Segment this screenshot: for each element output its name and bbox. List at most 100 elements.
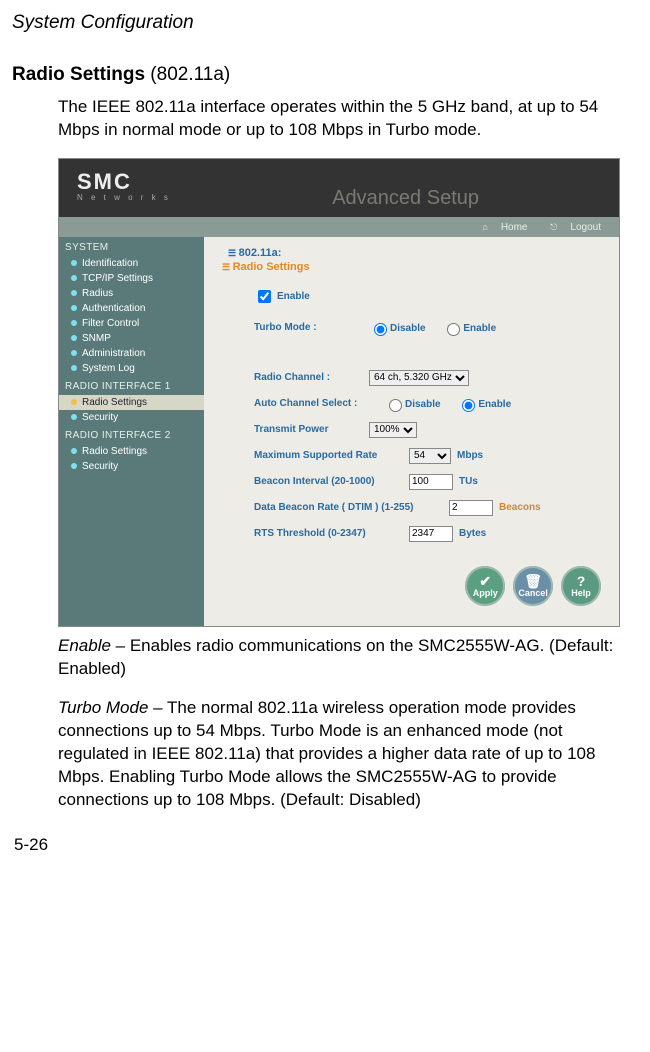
brand-logo-sub: N e t w o r k s	[77, 193, 171, 202]
dtim-label: Data Beacon Rate ( DTIM ) (1-255)	[254, 502, 449, 513]
bullet-icon	[71, 305, 77, 311]
sidebar-item-label: Security	[82, 412, 118, 423]
caption-turbo-term: Turbo Mode	[58, 698, 148, 717]
sidebar-item-label: TCP/IP Settings	[82, 273, 153, 284]
button-label: Help	[571, 588, 591, 598]
turbo-disable-option[interactable]: Disable	[369, 323, 426, 334]
sidebar-item-ri1-radio-settings[interactable]: Radio Settings	[59, 395, 204, 410]
transmit-power-label: Transmit Power	[254, 424, 369, 435]
auto-channel-disable-option[interactable]: Disable	[384, 399, 441, 410]
turbo-enable-radio[interactable]	[447, 323, 460, 336]
max-rate-row: Maximum Supported Rate 54 Mbps	[254, 448, 609, 464]
transmit-power-select[interactable]: 100%	[369, 422, 417, 438]
logout-label: Logout	[570, 222, 601, 233]
sidebar-item-radius[interactable]: Radius	[59, 286, 204, 301]
sidebar-item-label: System Log	[82, 363, 135, 374]
caption-enable: Enable – Enables radio communications on…	[58, 635, 632, 681]
radio-label: Disable	[405, 399, 441, 410]
sidebar-item-label: Radio Settings	[82, 446, 147, 457]
auto-channel-disable-radio[interactable]	[389, 399, 402, 412]
auto-channel-label: Auto Channel Select :	[254, 398, 384, 409]
cancel-button[interactable]: 🗑Cancel	[513, 566, 553, 606]
dtim-unit: Beacons	[499, 502, 541, 513]
sidebar-item-ri2-security[interactable]: Security	[59, 459, 204, 474]
caption-enable-rest: – Enables radio communications on the SM…	[58, 636, 613, 678]
form-area: Enable Turbo Mode : Disable Enable Radio…	[254, 287, 609, 542]
radio-label: Disable	[390, 323, 426, 334]
breadcrumb-1: 802.11a:	[228, 247, 609, 259]
breadcrumb-2: Radio Settings	[222, 261, 609, 273]
auto-channel-enable-option[interactable]: Enable	[457, 399, 511, 410]
sidebar-cat-ri2: RADIO INTERFACE 2	[59, 425, 204, 444]
turbo-enable-option[interactable]: Enable	[442, 323, 496, 334]
rts-label: RTS Threshold (0-2347)	[254, 528, 409, 539]
beacon-interval-unit: TUs	[459, 476, 478, 487]
bullet-icon	[71, 399, 77, 405]
sidebar-item-administration[interactable]: Administration	[59, 346, 204, 361]
page-header: System Configuration	[12, 12, 640, 34]
max-rate-label: Maximum Supported Rate	[254, 450, 409, 461]
screenshot-banner: SMC N e t w o r k s Advanced Setup	[59, 159, 619, 217]
bullet-icon	[71, 448, 77, 454]
sidebar-item-system-log[interactable]: System Log	[59, 361, 204, 376]
sidebar-item-label: SNMP	[82, 333, 111, 344]
sidebar-item-ri2-radio-settings[interactable]: Radio Settings	[59, 444, 204, 459]
bullet-icon	[71, 275, 77, 281]
question-icon: ?	[577, 574, 586, 588]
rts-unit: Bytes	[459, 528, 486, 539]
sidebar-item-ri1-security[interactable]: Security	[59, 410, 204, 425]
bullet-icon	[71, 335, 77, 341]
help-button[interactable]: ?Help	[561, 566, 601, 606]
caption-enable-term: Enable	[58, 636, 111, 655]
sidebar-item-label: Radio Settings	[82, 397, 147, 408]
auto-channel-enable-radio[interactable]	[462, 399, 475, 412]
bullet-icon	[71, 414, 77, 420]
button-label: Cancel	[518, 588, 548, 598]
caption-turbo: Turbo Mode – The normal 802.11a wireless…	[58, 697, 632, 812]
turbo-mode-row: Turbo Mode : Disable Enable	[254, 320, 609, 336]
sidebar-item-tcpip[interactable]: TCP/IP Settings	[59, 271, 204, 286]
sidebar-item-label: Identification	[82, 258, 138, 269]
sidebar-item-identification[interactable]: Identification	[59, 256, 204, 271]
home-link[interactable]: ⌂ Home	[472, 222, 527, 233]
max-rate-select[interactable]: 54	[409, 448, 451, 464]
bullet-icon	[71, 350, 77, 356]
radio-label: Enable	[478, 399, 511, 410]
radio-channel-select[interactable]: 64 ch, 5.320 GHz	[369, 370, 469, 386]
home-icon: ⌂	[482, 222, 487, 232]
bullet-icon	[71, 320, 77, 326]
beacon-interval-label: Beacon Interval (20-1000)	[254, 476, 409, 487]
dtim-row: Data Beacon Rate ( DTIM ) (1-255) Beacon…	[254, 500, 609, 516]
sidebar-item-authentication[interactable]: Authentication	[59, 301, 204, 316]
apply-button[interactable]: ✔Apply	[465, 566, 505, 606]
auto-channel-row: Auto Channel Select : Disable Enable	[254, 396, 609, 412]
rts-input[interactable]	[409, 526, 453, 542]
section-title: Radio Settings (802.11a)	[12, 64, 640, 86]
sidebar-cat-ri1: RADIO INTERFACE 1	[59, 376, 204, 395]
radio-label: Enable	[463, 323, 496, 334]
sidebar: SYSTEM Identification TCP/IP Settings Ra…	[59, 237, 204, 626]
button-label: Apply	[473, 588, 498, 598]
sidebar-cat-system: SYSTEM	[59, 237, 204, 256]
banner-title: Advanced Setup	[332, 187, 479, 210]
page-number: 5-26	[14, 835, 640, 855]
intro-paragraph: The IEEE 802.11a interface operates with…	[58, 96, 632, 142]
turbo-mode-label: Turbo Mode :	[254, 322, 369, 333]
transmit-power-row: Transmit Power 100%	[254, 422, 609, 438]
sidebar-item-label: Authentication	[82, 303, 145, 314]
sidebar-item-filter-control[interactable]: Filter Control	[59, 316, 204, 331]
home-label: Home	[501, 222, 528, 233]
radio-channel-label: Radio Channel :	[254, 372, 369, 383]
logout-link[interactable]: ⎋ Logout	[540, 222, 601, 233]
beacon-interval-input[interactable]	[409, 474, 453, 490]
sidebar-item-snmp[interactable]: SNMP	[59, 331, 204, 346]
enable-checkbox[interactable]	[258, 290, 271, 303]
sidebar-item-label: Filter Control	[82, 318, 139, 329]
max-rate-unit: Mbps	[457, 450, 483, 461]
turbo-disable-radio[interactable]	[374, 323, 387, 336]
dtim-input[interactable]	[449, 500, 493, 516]
trash-icon: 🗑	[524, 574, 542, 588]
screenshot-figure: SMC N e t w o r k s Advanced Setup ⌂ Home…	[58, 158, 620, 627]
bullet-icon	[71, 365, 77, 371]
logout-icon: ⎋	[550, 222, 557, 232]
